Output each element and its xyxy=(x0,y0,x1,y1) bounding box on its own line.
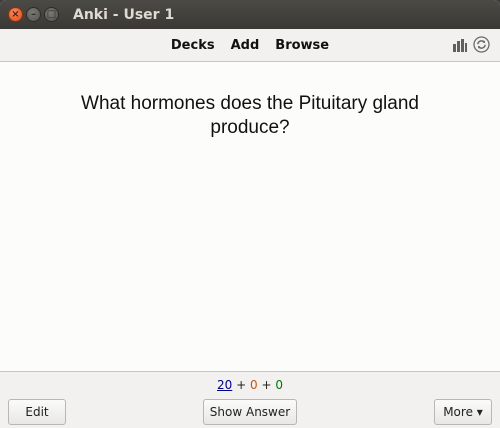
toolbar-icons xyxy=(452,36,490,53)
close-window-button[interactable]: × xyxy=(8,7,23,22)
toolbar-nav: Decks Add Browse xyxy=(0,29,500,61)
browse-link[interactable]: Browse xyxy=(275,38,329,53)
new-count: 20 xyxy=(217,378,233,392)
stats-icon[interactable] xyxy=(452,37,468,53)
sync-icon[interactable] xyxy=(473,36,490,53)
count-separator: + xyxy=(261,378,272,392)
due-counts: 20 + 0 + 0 xyxy=(0,378,500,392)
window-title: Anki - User 1 xyxy=(73,6,175,23)
card-view: What hormones does the Pituitary gland p… xyxy=(0,62,500,371)
card-question: What hormones does the Pituitary gland p… xyxy=(81,93,419,138)
window-controls: × – □ xyxy=(8,7,59,22)
review-count: 0 xyxy=(275,378,283,392)
title-bar: × – □ Anki - User 1 xyxy=(0,0,500,29)
minimize-window-button[interactable]: – xyxy=(26,7,41,22)
learning-count: 0 xyxy=(250,378,258,392)
maximize-window-button[interactable]: □ xyxy=(44,7,59,22)
main-toolbar: Decks Add Browse xyxy=(0,29,500,62)
show-answer-button[interactable]: Show Answer xyxy=(203,399,297,425)
more-button[interactable]: More ▾ xyxy=(434,399,492,425)
bottom-bar: 20 + 0 + 0 Edit Show Answer More ▾ xyxy=(0,371,500,428)
anki-window: × – □ Anki - User 1 Decks Add Browse Wha… xyxy=(0,0,500,428)
decks-link[interactable]: Decks xyxy=(171,38,215,53)
edit-button[interactable]: Edit xyxy=(8,399,66,425)
add-link[interactable]: Add xyxy=(231,38,260,53)
count-separator: + xyxy=(236,378,247,392)
